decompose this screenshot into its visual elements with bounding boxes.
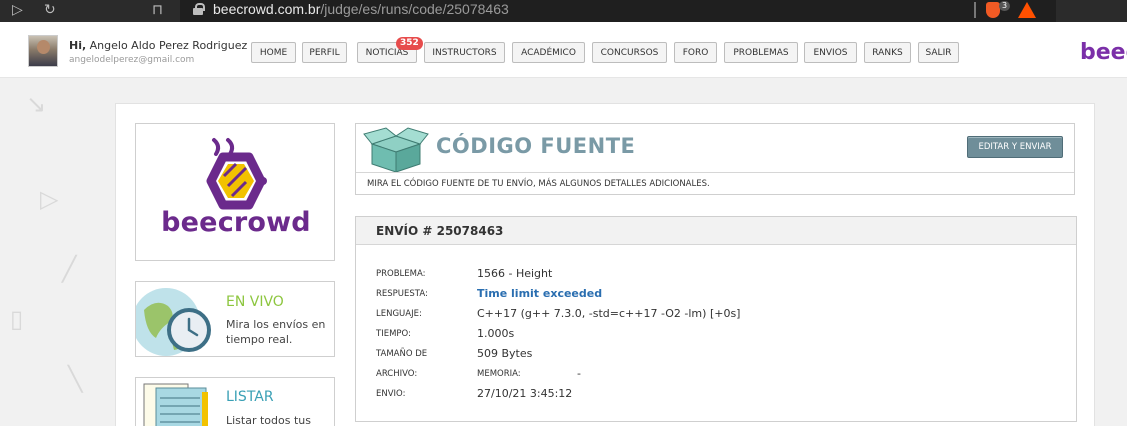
beecrowd-logo-icon bbox=[206, 138, 267, 210]
memory-label: MEMORIA: bbox=[477, 369, 521, 379]
submission-heading: ENVÍO # 25078463 bbox=[356, 217, 1076, 245]
nav-ranks[interactable]: RANKS bbox=[864, 42, 911, 63]
brand-wordmark[interactable]: beec bbox=[1080, 40, 1127, 65]
live-description: Mira los envíos en tiempo real. bbox=[226, 318, 326, 346]
submission-details-panel: ENVÍO # 25078463 PROBLEMA: 1566 - Height… bbox=[355, 216, 1077, 422]
background-bar-icon: ▯ bbox=[10, 305, 24, 333]
live-title: EN VIVO bbox=[226, 294, 284, 310]
shield-count-badge: 3 bbox=[999, 1, 1011, 11]
language-value: C++17 (g++ 7.3.0, -std=c++17 -O2 -lm) [+… bbox=[477, 307, 741, 320]
memory-value: - bbox=[577, 367, 581, 380]
url-text: beecrowd.com.br/judge/es/runs/code/25078… bbox=[213, 1, 509, 17]
live-panel[interactable]: EN VIVO Mira los envíos en tiempo real. bbox=[135, 281, 335, 357]
notebook-icon bbox=[143, 383, 208, 426]
nav-envios[interactable]: ENVIOS bbox=[804, 42, 857, 63]
language-label: LENGUAJE: bbox=[376, 309, 422, 319]
open-box-icon bbox=[363, 127, 429, 173]
background-dash-icon: ╱ bbox=[62, 255, 77, 283]
bookmark-icon[interactable]: ⊓ bbox=[152, 2, 163, 18]
answer-label: RESPUESTA: bbox=[376, 289, 428, 299]
background-dash-icon: ╲ bbox=[68, 365, 83, 393]
source-code-subtitle: MIRA EL CÓDIGO FUENTE DE TU ENVÍO, MÁS A… bbox=[356, 172, 1074, 195]
browser-toolbar: ▷ ↻ ⊓ beecrowd.com.br/judge/es/runs/code… bbox=[0, 0, 1127, 22]
toolbar-divider bbox=[974, 2, 976, 18]
submission-date-value: 27/10/21 3:45:12 bbox=[477, 387, 573, 400]
beecrowd-logo-panel[interactable]: beecrowd bbox=[135, 123, 335, 261]
source-code-panel: CÓDIGO FUENTE EDITAR Y ENVIAR MIRA EL CÓ… bbox=[355, 123, 1075, 195]
lock-icon bbox=[193, 3, 205, 15]
forward-icon[interactable]: ▷ bbox=[12, 2, 23, 18]
background-arrow-icon: ↘ bbox=[26, 90, 47, 118]
nav-concursos[interactable]: CONCURSOS bbox=[592, 42, 667, 63]
nav-home[interactable]: HOME bbox=[251, 42, 296, 63]
problem-label: PROBLEMA: bbox=[376, 269, 426, 279]
globe-clock-icon bbox=[136, 288, 211, 356]
submission-date-label: ENVIO: bbox=[376, 389, 406, 399]
list-title: LISTAR bbox=[226, 389, 274, 405]
size-label: TAMAÑO DE bbox=[376, 349, 428, 359]
address-bar[interactable]: beecrowd.com.br/judge/es/runs/code/25078… bbox=[180, 0, 1056, 22]
reload-icon[interactable]: ↻ bbox=[44, 2, 56, 18]
user-greeting: Hi, Angelo Aldo Perez Rodriguez bbox=[69, 39, 248, 52]
problem-value[interactable]: 1566 - Height bbox=[477, 267, 552, 280]
background-triangle-icon: ▷ bbox=[40, 185, 59, 213]
size-value: 509 Bytes bbox=[477, 347, 533, 360]
nav-perfil[interactable]: PERFIL bbox=[302, 42, 347, 63]
brave-shield-icon[interactable] bbox=[986, 2, 1000, 18]
avatar[interactable] bbox=[28, 35, 58, 67]
nav-foro[interactable]: FORO bbox=[674, 42, 717, 63]
nav-instructors[interactable]: INSTRUCTORS bbox=[424, 42, 505, 63]
user-email: angelodelperez@gmail.com bbox=[69, 55, 195, 65]
file-label: ARCHIVO: bbox=[376, 369, 418, 379]
nav-salir[interactable]: SALIR bbox=[918, 42, 959, 63]
beecrowd-logo-text: beecrowd bbox=[161, 207, 311, 238]
list-panel[interactable]: LISTAR Listar todos tus bbox=[135, 377, 335, 426]
bat-rewards-icon[interactable] bbox=[1018, 2, 1036, 18]
answer-status: Time limit exceeded bbox=[477, 287, 603, 300]
time-label: TIEMPO: bbox=[376, 329, 411, 339]
site-header: Hi, Angelo Aldo Perez Rodriguez angelode… bbox=[0, 22, 1127, 78]
list-description: Listar todos tus bbox=[226, 414, 311, 426]
nav-academico[interactable]: ACADÉMICO bbox=[512, 42, 585, 63]
source-code-title: CÓDIGO FUENTE bbox=[436, 134, 636, 158]
notifications-badge: 352 bbox=[396, 37, 423, 50]
nav-problemas[interactable]: PROBLEMAS bbox=[724, 42, 798, 63]
time-value: 1.000s bbox=[477, 327, 515, 340]
edit-and-submit-button[interactable]: EDITAR Y ENVIAR bbox=[967, 136, 1063, 158]
